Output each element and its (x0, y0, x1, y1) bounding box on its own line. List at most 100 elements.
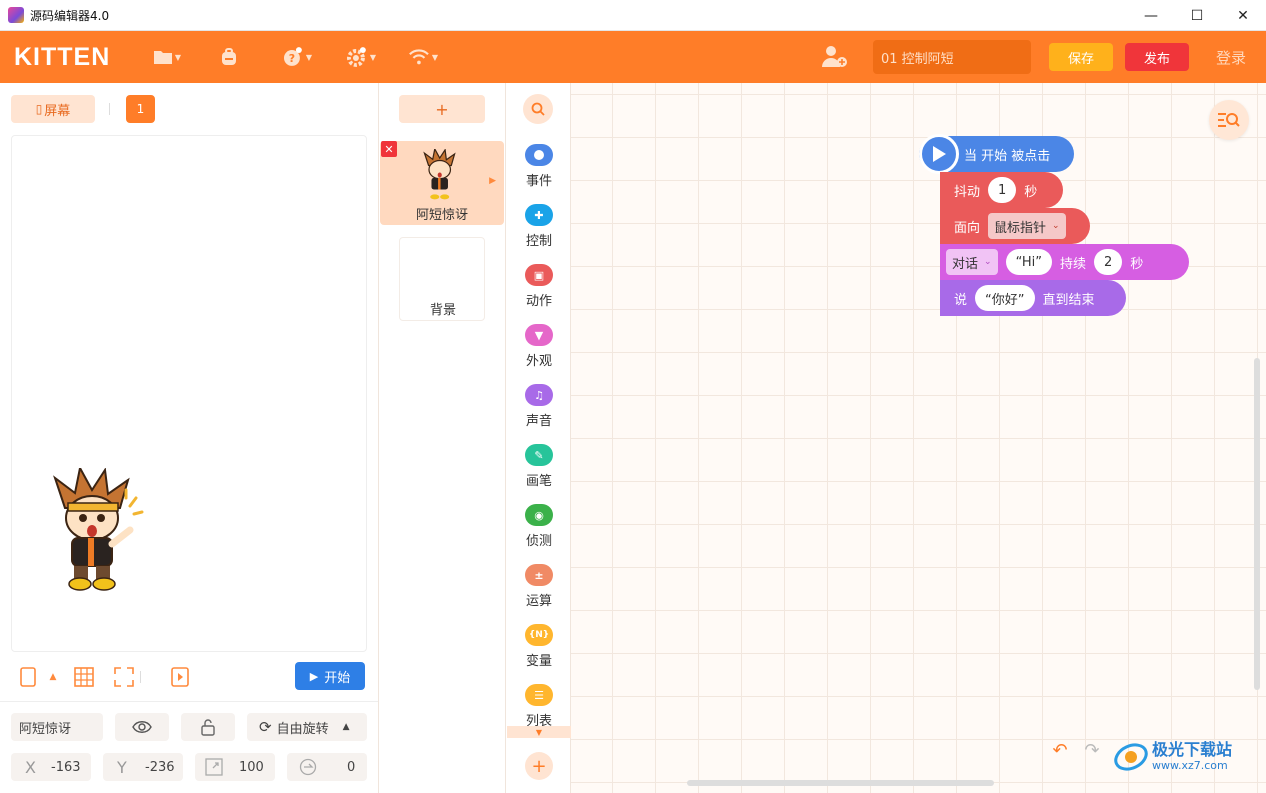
block-search-button[interactable] (523, 94, 553, 124)
help-menu-button[interactable]: ? ▼ (282, 44, 312, 70)
redo-button[interactable]: ↷ (1079, 739, 1105, 761)
variable-icon: {N} (525, 624, 553, 646)
chevron-down-icon[interactable]: ▼ (507, 726, 571, 738)
file-menu-button[interactable]: ▼ (152, 44, 182, 70)
category-looks[interactable]: ▼ 外观 (506, 324, 572, 380)
screen-label: 屏幕 (44, 103, 71, 119)
publish-button[interactable]: 发布 (1125, 43, 1189, 71)
block-label: 抖动 (954, 184, 981, 200)
horizontal-scrollbar[interactable] (687, 780, 994, 786)
folder-icon (153, 51, 172, 64)
direction-field[interactable]: 0 (287, 753, 367, 781)
close-button[interactable]: ✕ (1220, 0, 1266, 31)
category-sensing[interactable]: ◉ 侦测 (506, 504, 572, 560)
y-value: -236 (145, 759, 175, 775)
category-label: 事件 (525, 174, 552, 189)
dialog-duration-input[interactable]: 2 (1094, 249, 1123, 275)
start-button[interactable]: ▶ 开始 (295, 662, 365, 690)
chevron-down-icon: ⌄ (1052, 221, 1060, 231)
category-sound[interactable]: ♫ 声音 (506, 384, 572, 440)
sound-icon: ♫ (525, 384, 553, 406)
undo-button[interactable]: ↶ (1047, 739, 1073, 761)
x-value: -163 (51, 759, 81, 775)
code-workspace[interactable]: 当 开始 被点击 抖动 1 秒 面向 鼠标指针 ⌄ 对话 ⌄ “Hi” 持续 2 秒… (571, 83, 1266, 793)
caret-up-icon: ▲ (342, 722, 350, 732)
add-extension-button[interactable]: + (525, 752, 553, 780)
rotation-mode-select[interactable]: ⟳ 自由旋转 ▲ (247, 713, 367, 741)
category-label: 变量 (525, 654, 552, 669)
stage-canvas[interactable] (11, 135, 367, 652)
fullscreen-icon (114, 667, 134, 687)
say-text-input[interactable]: “你好” (975, 285, 1035, 311)
settings-menu-button[interactable]: ▼ (346, 44, 376, 70)
category-variables[interactable]: {N} 变量 (506, 624, 572, 680)
background-item[interactable]: 背景 (399, 237, 485, 321)
play-screen-icon (171, 667, 189, 687)
login-link[interactable]: 登录 (1216, 47, 1246, 68)
sprite-item[interactable]: ✕ ▶ 阿短惊讶 (380, 141, 504, 225)
category-operators[interactable]: ± 运算 (506, 564, 572, 620)
list-search-icon (1218, 113, 1240, 127)
category-label: 动作 (525, 294, 552, 309)
pen-icon: ✎ (525, 444, 553, 466)
face-towards-block[interactable]: 面向 鼠标指针 ⌄ (940, 208, 1090, 244)
category-motion[interactable]: ▣ 动作 (506, 264, 572, 320)
when-start-clicked-block[interactable]: 当 开始 被点击 (919, 134, 1074, 174)
network-menu-button[interactable]: ▼ (408, 44, 438, 70)
category-label: 画笔 (525, 474, 552, 489)
category-control[interactable]: ✚ 控制 (506, 204, 572, 260)
block-unit: 秒 (1024, 184, 1038, 200)
operator-icon: ± (525, 564, 553, 586)
shake-duration-input[interactable]: 1 (988, 177, 1017, 203)
size-field[interactable]: 100 (195, 753, 275, 781)
grid-icon (74, 667, 94, 687)
dialog-type-select[interactable]: 对话 ⌄ (946, 249, 998, 275)
caret-up-icon[interactable]: ▲ (42, 666, 64, 688)
minimize-button[interactable]: — (1128, 0, 1174, 31)
scene-tab-1[interactable]: 1 (126, 95, 155, 123)
visibility-toggle[interactable] (115, 713, 169, 741)
screen-button[interactable]: ▯ 屏幕 (11, 95, 95, 123)
watermark-text: 极光下载站 (1152, 740, 1233, 759)
eye-icon (132, 721, 152, 733)
control-icon: ✚ (525, 204, 553, 226)
vertical-scrollbar[interactable] (1254, 358, 1260, 690)
fullscreen-button[interactable] (113, 666, 135, 688)
stage-size-button[interactable] (17, 666, 39, 688)
y-position-field[interactable]: Y -236 (103, 753, 183, 781)
add-collaborator-button[interactable] (820, 43, 850, 71)
direction-icon (299, 758, 317, 776)
add-sprite-button[interactable]: + (399, 95, 485, 123)
watermark-logo (1114, 743, 1148, 771)
save-button[interactable]: 保存 (1049, 43, 1113, 71)
app-logo: KITTEN (14, 43, 111, 71)
sprite-adun-surprised[interactable] (50, 468, 145, 594)
category-events[interactable]: 事件 (506, 144, 572, 200)
dialog-text-input[interactable]: “Hi” (1005, 249, 1053, 275)
rotation-mode-label: 自由旋转 (276, 721, 329, 737)
workspace-search-button[interactable] (1209, 100, 1249, 140)
backpack-button[interactable] (214, 44, 244, 70)
category-pen[interactable]: ✎ 画笔 (506, 444, 572, 500)
dialog-block[interactable]: 对话 ⌄ “Hi” 持续 2 秒 (940, 244, 1189, 280)
x-position-field[interactable]: X -163 (11, 753, 91, 781)
window-controls: — ☐ ✕ (1128, 0, 1266, 31)
chevron-right-icon: ▶ (489, 176, 496, 186)
shake-block[interactable]: 抖动 1 秒 (940, 172, 1063, 208)
user-add-icon (822, 46, 847, 67)
sensing-icon: ◉ (525, 504, 553, 526)
project-name-input[interactable] (873, 40, 1031, 74)
face-target-select[interactable]: 鼠标指针 ⌄ (988, 213, 1066, 239)
maximize-button[interactable]: ☐ (1174, 0, 1220, 31)
grid-toggle-button[interactable] (73, 666, 95, 688)
sprite-name-label: 阿短惊讶 (415, 208, 468, 223)
sprite-name-field[interactable]: 阿短惊讶 (11, 713, 103, 741)
search-icon (531, 102, 545, 116)
say-until-done-block[interactable]: 说 “你好” 直到结束 (940, 280, 1126, 316)
wifi-icon (409, 49, 429, 65)
lock-toggle[interactable] (181, 713, 235, 741)
delete-sprite-icon[interactable]: ✕ (381, 141, 397, 157)
backpack-icon (222, 48, 236, 65)
list-icon: ☰ (525, 684, 553, 706)
player-mode-button[interactable] (169, 666, 191, 688)
